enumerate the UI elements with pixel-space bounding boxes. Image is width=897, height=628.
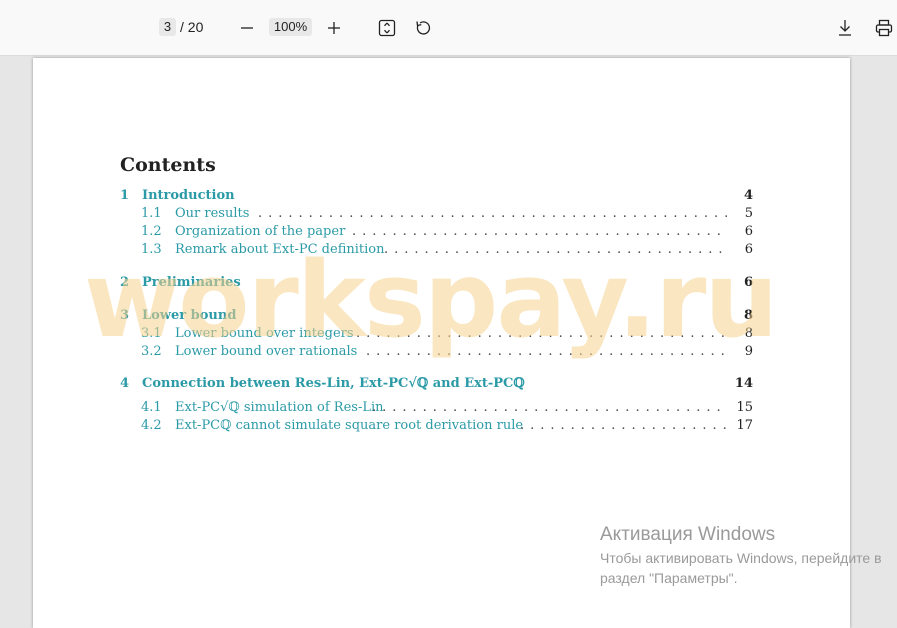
leader-dots: ........................................… [352,224,727,239]
section-page: 4 [743,188,753,203]
toc-section-lower-bound[interactable]: 3 Lower bound 8 [120,308,753,326]
section-number: 2 [120,275,130,290]
rotate-icon [416,21,431,35]
section-page: 6 [743,275,753,290]
toc-subsection-cannot-simulate[interactable]: 4.2 Ext-PCℚ cannot simulate square root … [120,418,753,436]
subsection-number: 3.1 [141,326,162,341]
subsection-page: 6 [744,224,753,239]
zoom-level[interactable]: 100% [269,18,312,36]
subsection-page: 8 [744,326,753,341]
section-number: 3 [120,308,130,323]
leader-dots: ........................................… [366,344,727,359]
print-icon [875,19,893,37]
subsection-page: 17 [736,418,753,433]
subsection-title: Ext-PCℚ cannot simulate square root deri… [175,418,524,433]
download-button[interactable] [832,15,858,41]
toc-subsection-simulation[interactable]: 4.1 Ext-PC√ℚ simulation of Res-Lin .....… [120,400,753,418]
subsection-number: 4.1 [141,400,162,415]
section-title: Preliminaries [142,275,241,290]
pdf-page: Contents 1 Introduction 4 1.1 Our result… [33,58,850,628]
subsection-page: 5 [744,206,753,221]
download-icon [839,20,851,36]
subsection-title: Lower bound over rationals [175,344,358,359]
leader-dots: ........................................… [258,206,727,221]
subsection-page: 6 [744,242,753,257]
toc-subsection-our-results[interactable]: 1.1 Our results ........................… [120,206,753,224]
subsection-page: 9 [744,344,753,359]
leader-dots: ........................................… [384,242,727,257]
subsection-title: Lower bound over integers [175,326,354,341]
toc-section-connection[interactable]: 4 Connection between Res-Lin, Ext-PC√ℚ a… [120,376,753,394]
print-button[interactable] [871,15,897,41]
toc-subsection-lower-bound-integers[interactable]: 3.1 Lower bound over integers ..........… [120,326,753,344]
section-number: 1 [120,188,130,203]
toc-subsection-lower-bound-rationals[interactable]: 3.2 Lower bound over rationals .........… [120,344,753,362]
toc-section-preliminaries[interactable]: 2 Preliminaries 6 [120,275,753,293]
toc-subsection-organization[interactable]: 1.2 Organization of the paper ..........… [120,224,753,242]
page-total-label: / 20 [180,19,204,35]
fit-page-icon [378,19,396,37]
section-number: 4 [120,376,130,391]
section-page: 14 [734,376,753,391]
subsection-title: Our results [175,206,250,221]
pdf-toolbar: 3 / 20 100% [0,0,897,56]
subsection-number: 1.3 [141,242,162,257]
section-title: Connection between Res-Lin, Ext-PC√ℚ and… [142,376,525,391]
plus-icon [328,22,340,34]
subsection-title: Remark about Ext-PC definition [175,242,385,257]
subsection-page: 15 [736,400,753,415]
leader-dots: ........................................… [372,400,727,415]
subsection-title: Organization of the paper [175,224,346,239]
rotate-button[interactable] [410,15,436,41]
toc-heading: Contents [120,154,216,176]
section-title: Lower bound [142,308,237,323]
subsection-number: 4.2 [141,418,162,433]
page-number-input[interactable]: 3 [159,18,176,36]
zoom-in-button[interactable] [321,15,347,41]
section-title: Introduction [142,188,235,203]
subsection-number: 1.1 [141,206,162,221]
section-page: 8 [743,308,753,323]
subsection-number: 1.2 [141,224,162,239]
leader-dots: ........................................… [520,418,727,433]
subsection-title: Ext-PC√ℚ simulation of Res-Lin [175,400,384,415]
zoom-out-button[interactable] [234,15,260,41]
subsection-number: 3.2 [141,344,162,359]
fit-page-button[interactable] [374,15,400,41]
leader-dots: ........................................… [356,326,727,341]
minus-icon [241,27,253,29]
toc-subsection-remark[interactable]: 1.3 Remark about Ext-PC definition .....… [120,242,753,260]
toc-section-introduction[interactable]: 1 Introduction 4 [120,188,753,206]
